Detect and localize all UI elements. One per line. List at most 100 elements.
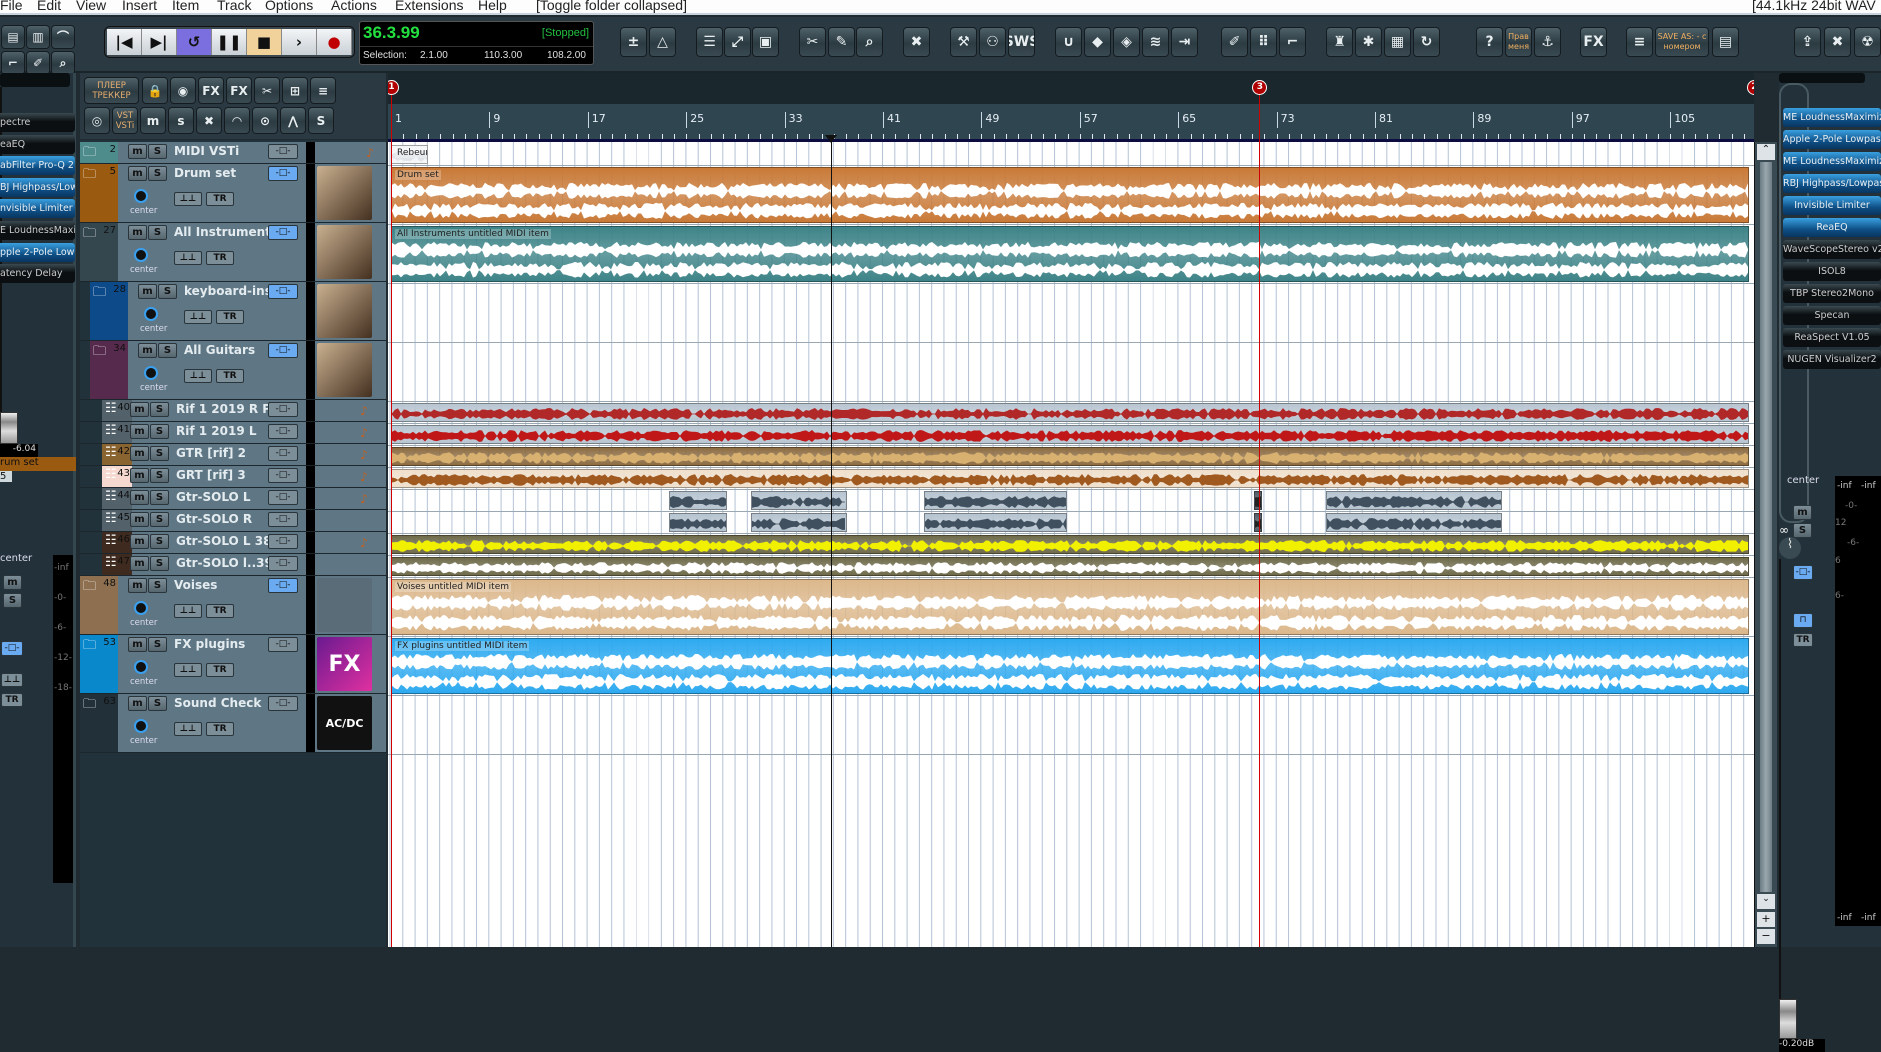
- media-item[interactable]: [391, 425, 1749, 444]
- fx-slot-pple-2-pole-lowpa[interactable]: pple 2-Pole Lowpa: [0, 243, 75, 262]
- menu-extensions[interactable]: Extensions: [395, 0, 463, 13]
- menu-help[interactable]: Help: [478, 0, 507, 13]
- track-header-all-instruments[interactable]: 🗀27mSAll Instruments-□-center⊥⊥TR: [80, 223, 386, 282]
- track-name[interactable]: Voises: [174, 578, 270, 592]
- open-folder-icon[interactable]: 🗀: [93, 342, 106, 364]
- trim-button[interactable]: TR: [216, 310, 244, 324]
- track-mute-button[interactable]: m: [130, 468, 149, 483]
- track-color-strip[interactable]: 🗀28: [90, 282, 128, 340]
- zoom-out-button[interactable]: −: [1757, 929, 1775, 944]
- phase-button[interactable]: ⊥⊥: [184, 369, 212, 383]
- track-name[interactable]: Rif 1 2019 R Pit: [176, 402, 270, 416]
- pan-knob[interactable]: [134, 248, 148, 262]
- track-lane-gtr-solo-l-39[interactable]: [388, 556, 1754, 578]
- envelope-copy-button[interactable]: ⋀: [280, 107, 306, 134]
- track-solo-button[interactable]: S: [158, 284, 177, 299]
- marker-lane[interactable]: 132: [388, 73, 1754, 104]
- show-fx-button[interactable]: FX: [226, 77, 252, 104]
- pan-knob[interactable]: [134, 601, 148, 615]
- master-volume-fader[interactable]: [1779, 999, 1797, 1039]
- remove-fx-button[interactable]: FX: [198, 77, 224, 104]
- track-header-gtr-solo-l-38[interactable]: ☷46mSGtr-SOLO L 38-□-♪: [80, 532, 386, 554]
- phase-button[interactable]: ⊥⊥: [174, 722, 202, 736]
- marker-2[interactable]: 2: [1747, 80, 1754, 95]
- track-color-strip[interactable]: 🗀63: [80, 694, 118, 752]
- edit-cursor[interactable]: [831, 135, 832, 947]
- volume-fader[interactable]: [0, 412, 18, 444]
- show-envelope-button[interactable]: ◠: [224, 107, 250, 134]
- phase-button[interactable]: ⊥⊥: [184, 310, 212, 324]
- help-button[interactable]: ?: [1476, 27, 1503, 57]
- fx-slot-pectre[interactable]: pectre: [0, 113, 75, 132]
- trim-button[interactable]: TR: [206, 663, 234, 677]
- transient-button[interactable]: ⇥: [1171, 27, 1198, 57]
- midi-track-icon[interactable]: ☷: [105, 489, 117, 504]
- track-list-button[interactable]: ≡: [310, 77, 336, 104]
- arrange-view[interactable]: 132 191725334149576573818997105 RebeurDr…: [388, 73, 1754, 947]
- mute-button[interactable]: m: [3, 575, 22, 590]
- folder-icon[interactable]: 🗀: [83, 695, 96, 717]
- scroll-thumb[interactable]: [1760, 162, 1772, 892]
- track-name[interactable]: All Guitars: [184, 343, 270, 357]
- pan-knob[interactable]: [134, 660, 148, 674]
- marker-flag-button[interactable]: ⌐: [1279, 27, 1306, 57]
- envelope-lock-button[interactable]: ≋: [1142, 27, 1169, 57]
- track-solo-button[interactable]: S: [150, 490, 169, 505]
- track-color-strip[interactable]: ☷43: [102, 466, 132, 487]
- track-mute-button[interactable]: m: [128, 225, 147, 240]
- track-name[interactable]: All Instruments: [174, 225, 270, 239]
- master-solo-button[interactable]: S: [1793, 523, 1812, 538]
- trim-button[interactable]: TR: [216, 369, 244, 383]
- track-lane-grt-rif-3[interactable]: [388, 468, 1754, 490]
- fx-slot-apple-2-pole-lowpass-f[interactable]: Apple 2-Pole Lowpass F: [1783, 130, 1881, 149]
- pan-slider[interactable]: [0, 73, 70, 87]
- media-item[interactable]: All Instruments untitled MIDI item: [391, 226, 1749, 282]
- track-header-gtr-solo-r[interactable]: ☷45mSGtr-SOLO R-□-: [80, 510, 386, 532]
- track-solo-button[interactable]: S: [150, 446, 169, 461]
- media-item[interactable]: [1326, 491, 1502, 510]
- track-name[interactable]: GTR [rif] 2: [176, 446, 270, 460]
- color-spectrum-button[interactable]: ▥: [26, 25, 50, 49]
- tempo-button[interactable]: ±: [620, 27, 647, 57]
- menu-options[interactable]: Options: [265, 0, 313, 13]
- mixer-visibility-button[interactable]: ☰: [696, 27, 723, 57]
- media-item[interactable]: [751, 491, 847, 510]
- track-solo-button[interactable]: S: [150, 556, 169, 571]
- track-name[interactable]: Gtr-SOLO L: [176, 490, 270, 504]
- track-mute-button[interactable]: m: [130, 512, 149, 527]
- find-doc-button[interactable]: ⌕: [51, 51, 75, 75]
- track-mute-button[interactable]: m: [130, 424, 149, 439]
- track-name[interactable]: keyboard-instr: [184, 284, 270, 298]
- pan-knob[interactable]: [144, 366, 158, 380]
- media-item[interactable]: [669, 491, 727, 510]
- folder-icon[interactable]: 🗀: [83, 143, 96, 165]
- track-routing-button[interactable]: -□-: [268, 468, 298, 483]
- ripple-button[interactable]: ◆: [1084, 27, 1111, 57]
- curve-button[interactable]: ⌒: [51, 25, 75, 49]
- track-lane-gtr-solo-l-38[interactable]: [388, 534, 1754, 556]
- fx-slot-e-loudnessmaxim[interactable]: E LoudnessMaxim: [0, 221, 75, 240]
- track-header-gtr-solo-l-39[interactable]: ☷47mSGtr-SOLO l..39-□-: [80, 554, 386, 576]
- track-solo-button[interactable]: S: [148, 225, 167, 240]
- fx-slot-invisible-limiter[interactable]: Invisible Limiter: [1783, 196, 1881, 215]
- track-routing-button[interactable]: -□-: [268, 225, 298, 240]
- phase-button[interactable]: ⊥⊥: [174, 251, 202, 265]
- anchor-button[interactable]: ⚓: [1534, 27, 1561, 57]
- media-item[interactable]: [924, 491, 1068, 510]
- track-name[interactable]: Gtr-SOLO L 38: [176, 534, 270, 548]
- media-item[interactable]: [391, 447, 1749, 466]
- track-name[interactable]: Gtr-SOLO l..39: [176, 556, 270, 570]
- prav-menya-button[interactable]: Прав меня: [1505, 27, 1532, 57]
- marker-1[interactable]: 1: [388, 80, 399, 95]
- timeline-ruler[interactable]: 191725334149576573818997105: [388, 104, 1754, 142]
- go-to-end-button[interactable]: ▶|: [142, 29, 177, 55]
- menu-item[interactable]: Item: [172, 0, 199, 13]
- film-button[interactable]: ▤: [1, 25, 25, 49]
- pan-knob[interactable]: [134, 719, 148, 733]
- track-lane-rif-1-2019-r-pit[interactable]: [388, 402, 1754, 424]
- track-header-grt-rif-3[interactable]: ☷43mSGRT [rif] 3-□-♪: [80, 466, 386, 488]
- track-mute-button[interactable]: m: [130, 446, 149, 461]
- zoom-in-button[interactable]: +: [1757, 912, 1775, 927]
- route-button[interactable]: -□-: [1, 641, 23, 656]
- trim-button[interactable]: TR: [206, 604, 234, 618]
